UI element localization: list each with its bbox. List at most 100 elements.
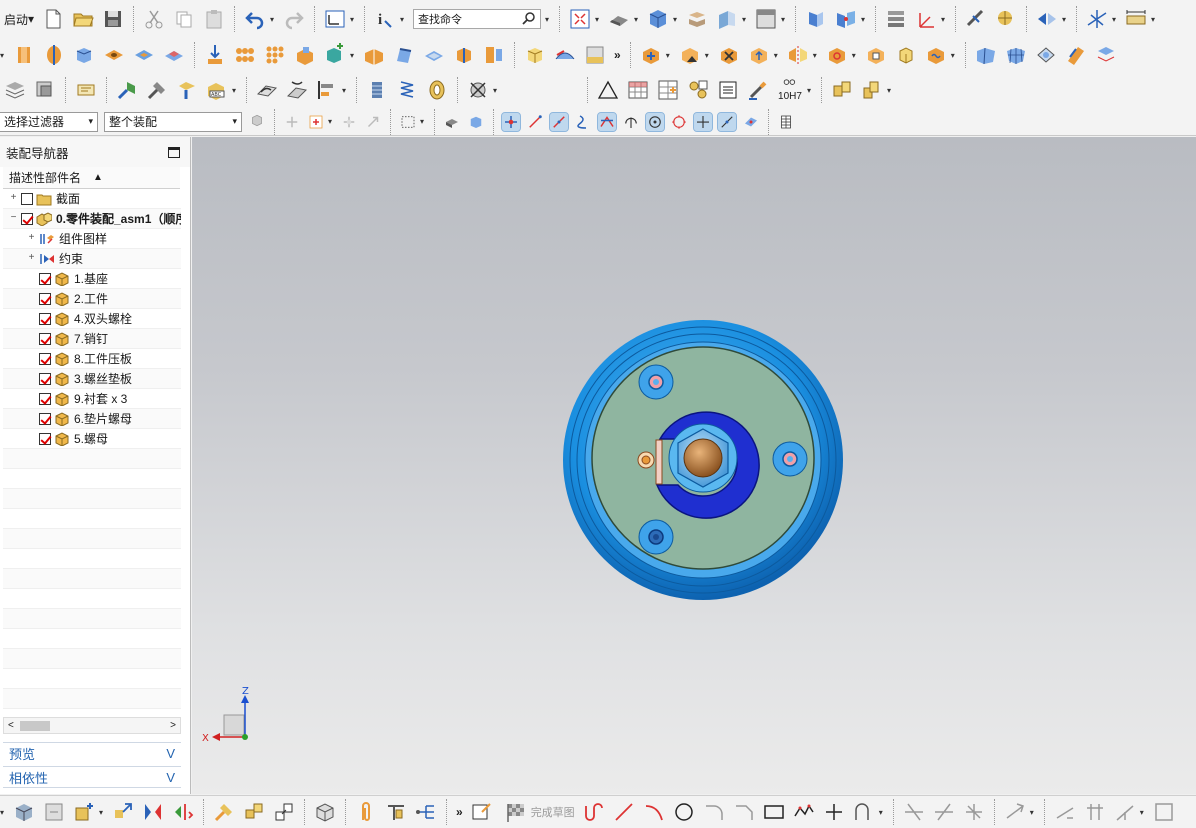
visibility-checkbox[interactable] (39, 352, 51, 365)
chevron-down-icon[interactable]: ▾ (879, 806, 886, 818)
assembly-navigator-icon[interactable] (12, 800, 36, 824)
trim-body-icon[interactable] (452, 43, 476, 67)
constraint-touch-icon[interactable] (171, 800, 195, 824)
start-menu[interactable]: 启动 ▾ (0, 7, 38, 31)
expand-icon[interactable]: + (27, 233, 36, 243)
parts-list-icon[interactable] (656, 78, 680, 102)
cut-icon[interactable] (142, 7, 166, 31)
part-navigator-icon[interactable] (42, 800, 66, 824)
collapse-icon[interactable]: − (9, 213, 18, 223)
block-icon[interactable] (72, 43, 96, 67)
redo-icon[interactable] (282, 7, 306, 31)
snap-grid-icon[interactable] (1085, 7, 1109, 31)
undo-dropdown-icon[interactable]: ▾ (270, 13, 277, 25)
layer-view-icon[interactable] (685, 7, 709, 31)
feature-box-icon[interactable] (313, 800, 337, 824)
select-solid-icon[interactable] (443, 113, 461, 131)
chevron-down-icon[interactable]: ▾ (634, 13, 641, 25)
profile-icon[interactable] (582, 800, 606, 824)
info-icon[interactable]: i (373, 7, 397, 31)
visibility-checkbox[interactable] (39, 272, 51, 285)
chamfer-sketch-icon[interactable] (732, 800, 756, 824)
paste-icon[interactable] (202, 7, 226, 31)
assembly-cut-icon[interactable] (860, 78, 884, 102)
chevron-down-icon[interactable]: ▾ (852, 49, 859, 61)
tolerance-fit-button[interactable]: 10H7 (776, 78, 804, 102)
chevron-down-icon[interactable]: ▾ (420, 116, 427, 128)
explode-view-icon[interactable] (894, 43, 918, 67)
undo-icon[interactable] (243, 7, 267, 31)
pattern-component-icon[interactable] (825, 43, 849, 67)
tree-row[interactable]: + 组件图样 (3, 229, 181, 249)
finish-sketch-button[interactable]: 完成草图 (501, 800, 575, 824)
preview-panel-toggle[interactable]: 预览 V (3, 742, 181, 764)
auto-balloon-icon[interactable] (686, 78, 710, 102)
chevron-down-icon[interactable]: ▾ (1140, 806, 1147, 818)
project-curve-icon[interactable] (285, 78, 309, 102)
pad-icon[interactable] (162, 43, 186, 67)
gear-component-icon[interactable] (115, 78, 139, 102)
copy-icon[interactable] (172, 7, 196, 31)
extrude-icon[interactable] (12, 43, 36, 67)
chevron-down-icon[interactable]: ▾ (328, 116, 335, 128)
surface-icon[interactable] (553, 43, 577, 67)
snap-point-off-icon[interactable] (283, 113, 301, 131)
grid-icon[interactable] (777, 113, 795, 131)
snap-midpoint-off-icon[interactable] (340, 113, 358, 131)
window-view-icon[interactable] (323, 7, 347, 31)
visibility-checkbox[interactable] (39, 372, 51, 385)
emboss-icon[interactable] (203, 43, 227, 67)
dependency-panel-toggle[interactable]: 相依性 V (3, 766, 181, 788)
mirror-assembly-icon[interactable] (786, 43, 810, 67)
scroll-left-icon[interactable]: < (8, 720, 14, 731)
offset-face-icon[interactable] (482, 43, 506, 67)
datum-plane-icon[interactable] (323, 43, 347, 67)
stack-layer-icon[interactable] (884, 7, 908, 31)
tree-row[interactable]: 8.工件压板 (3, 349, 181, 369)
graphics-viewport[interactable]: Z X (192, 137, 1196, 794)
tree-row[interactable]: 9.衬套 x 3 (3, 389, 181, 409)
yellow-fixture-icon[interactable] (175, 78, 199, 102)
assembly-sequence-icon[interactable] (830, 78, 854, 102)
note-sheet-icon[interactable] (716, 78, 740, 102)
chevron-down-icon[interactable]: ▾ (545, 13, 552, 25)
sheet-icon[interactable] (583, 43, 607, 67)
snap-arc-center-icon[interactable] (622, 113, 640, 131)
selection-filter-select[interactable]: 选择过滤器 ▾ (0, 111, 98, 132)
surface-blue-icon[interactable] (974, 43, 998, 67)
cylinder-part-icon[interactable] (365, 78, 389, 102)
chevron-down-icon[interactable]: ▾ (0, 49, 7, 61)
revolve-icon[interactable] (42, 43, 66, 67)
quick-extend-icon[interactable] (932, 800, 956, 824)
polygon-icon[interactable] (792, 800, 816, 824)
chevron-down-icon[interactable]: ▾ (99, 806, 106, 818)
snap-arrow-off-icon[interactable] (364, 113, 382, 131)
tool-path-icon[interactable] (384, 800, 408, 824)
snap-curve-icon[interactable] (574, 113, 592, 131)
chevron-down-icon[interactable]: ▾ (807, 84, 814, 96)
chevron-down-icon[interactable]: ▾ (887, 84, 894, 96)
tree-row[interactable]: + 截面 (3, 189, 181, 209)
geometric-constraint-icon[interactable] (1053, 800, 1077, 824)
table-icon[interactable] (626, 78, 650, 102)
chevron-down-icon[interactable]: ▾ (350, 49, 357, 61)
grid-surface-icon[interactable] (1004, 43, 1028, 67)
hole-icon[interactable] (102, 43, 126, 67)
chevron-down-icon[interactable]: ▾ (350, 13, 357, 25)
sew-icon[interactable] (1094, 43, 1118, 67)
sketch-window-icon[interactable] (1152, 800, 1176, 824)
tree-row[interactable]: 6.垫片螺母 (3, 409, 181, 429)
chevron-down-icon[interactable]: ▾ (0, 806, 7, 818)
tree-row[interactable]: 3.螺丝垫板 (3, 369, 181, 389)
note-icon[interactable] (74, 78, 98, 102)
horizontal-scrollbar[interactable]: < > (3, 717, 181, 734)
move-arrow-icon[interactable] (111, 800, 135, 824)
wcs-icon[interactable] (914, 7, 938, 31)
dimension-icon[interactable] (1003, 800, 1027, 824)
chevron-down-icon[interactable]: ▾ (1062, 13, 1069, 25)
rectangle-icon[interactable] (762, 800, 786, 824)
assembly-scope-select[interactable]: 整个装配 ▾ (104, 111, 242, 132)
chevron-down-icon[interactable]: ▾ (342, 84, 349, 96)
chevron-down-icon[interactable]: ▾ (493, 84, 500, 96)
promote-icon[interactable] (272, 800, 296, 824)
